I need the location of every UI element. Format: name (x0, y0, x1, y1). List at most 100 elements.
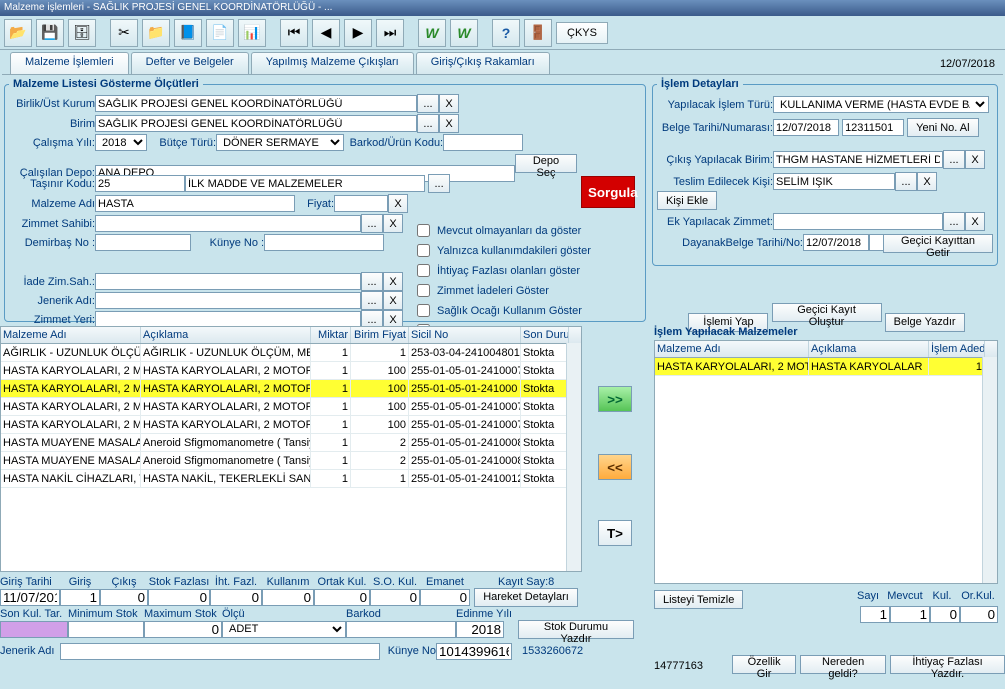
transfer-add-button[interactable]: >> (598, 386, 632, 412)
birim-lookup-button[interactable]: ... (417, 114, 439, 133)
table-row[interactable]: HASTA KARYOLALARI, 2 MOHASTA KARYOLALARI… (1, 362, 581, 380)
tool-save-icon[interactable]: 💾 (36, 19, 64, 47)
barkod-input[interactable] (443, 134, 523, 151)
tool-folder-icon[interactable]: 📁 (142, 19, 170, 47)
ek-zimmet-lookup-button[interactable]: ... (943, 212, 965, 231)
table-row[interactable]: HASTA KARYOLALARI, 2 MOTORLUHASTA KARYOL… (655, 358, 997, 376)
olcu-select[interactable]: ADET (222, 621, 346, 638)
tool-first-icon[interactable]: ⏮ (280, 19, 308, 47)
tasinir-desc-input[interactable] (185, 175, 425, 192)
ek-zimmet-input[interactable] (773, 213, 943, 230)
teslim-kisi-clear-button[interactable]: X (917, 172, 937, 191)
yil-select[interactable]: 2018 (95, 134, 147, 151)
table-row[interactable]: HASTA KARYOLALARI, 2 MOHASTA KARYOLALARI… (1, 398, 581, 416)
stok-durumu-yazdir-button[interactable]: Stok Durumu Yazdır (518, 620, 634, 639)
chk-kullanimdaki[interactable] (417, 244, 430, 257)
tool-prev-icon[interactable]: ◀ (312, 19, 340, 47)
tab-giris-cikis-rakamlari[interactable]: Giriş/Çıkış Rakamları (416, 52, 550, 74)
tool-cut-icon[interactable]: ✂ (110, 19, 138, 47)
tool-last-icon[interactable]: ⏭ (376, 19, 404, 47)
hareket-detaylari-button[interactable]: Hareket Detayları (474, 588, 578, 607)
islem-turu-select[interactable]: KULLANIMA VERME (HASTA EVDE BAKIM) (773, 96, 989, 113)
zimmet-sahibi-input[interactable] (95, 215, 361, 232)
belge-no-input[interactable] (842, 119, 904, 136)
gridR-col-aciklama[interactable]: Açıklama (809, 341, 929, 357)
gridL-col-miktar[interactable]: Miktar (311, 327, 351, 343)
dayanak-tarih-input[interactable] (803, 234, 869, 251)
tab-defter-belgeler[interactable]: Defter ve Belgeler (131, 52, 249, 74)
tool-exit-icon[interactable]: 🚪 (524, 19, 552, 47)
sorgula-button[interactable]: Sorgula (581, 176, 635, 208)
cikis-birim-clear-button[interactable]: X (965, 150, 985, 169)
gridL-col-aciklama[interactable]: Açıklama (141, 327, 311, 343)
chk-ihtiyac-fazlasi[interactable] (417, 264, 430, 277)
gecici-kayittan-getir-button[interactable]: Geçici Kayıttan Getir (883, 234, 993, 253)
ozellik-gir-button[interactable]: Özellik Gir (732, 655, 796, 674)
belge-yazdir-button[interactable]: Belge Yazdır (885, 313, 965, 332)
kunye-no-input[interactable] (264, 234, 384, 251)
teslim-kisi-lookup-button[interactable]: ... (895, 172, 917, 191)
transfer-remove-button[interactable]: << (598, 454, 632, 480)
birlik-lookup-button[interactable]: ... (417, 94, 439, 113)
table-row[interactable]: HASTA KARYOLALARI, 2 MOHASTA KARYOLALARI… (1, 380, 581, 398)
table-row[interactable]: HASTA KARYOLALARI, 2 MOHASTA KARYOLALARI… (1, 416, 581, 434)
ckys-button[interactable]: ÇKYS (556, 22, 608, 44)
tool-help-icon[interactable]: ? (492, 19, 520, 47)
tool-disk-group-icon[interactable]: 🗄 (68, 19, 96, 47)
tool-open-icon[interactable]: 📂 (4, 19, 32, 47)
table-row[interactable]: HASTA MUAYENE MASALARAneroid Sfigmomanom… (1, 452, 581, 470)
gridR-col-malzeme-adi[interactable]: Malzeme Adı (655, 341, 809, 357)
demirbas-no-input[interactable] (95, 234, 191, 251)
birlik-input[interactable] (95, 95, 417, 112)
zimmet-sahibi-lookup-button[interactable]: ... (361, 214, 383, 233)
cikis-birim-input[interactable] (773, 151, 943, 168)
tool-form-icon[interactable]: 📄 (206, 19, 234, 47)
ek-zimmet-clear-button[interactable]: X (965, 212, 985, 231)
birim-clear-button[interactable]: X (439, 114, 459, 133)
listeyi-temizle-button[interactable]: Listeyi Temizle (654, 590, 743, 609)
teslim-kisi-input[interactable] (773, 173, 895, 190)
birlik-clear-button[interactable]: X (439, 94, 459, 113)
tab-yapilmis-cikislar[interactable]: Yapılmış Malzeme Çıkışları (251, 52, 414, 74)
belge-tarihi-input[interactable] (773, 119, 839, 136)
tool-chart-icon[interactable]: 📊 (238, 19, 266, 47)
cikis-birim-lookup-button[interactable]: ... (943, 150, 965, 169)
gridL-col-son-durum[interactable]: Son Durum (521, 327, 569, 343)
malzeme-adi-input[interactable] (95, 195, 295, 212)
zimmet-sahibi-clear-button[interactable]: X (383, 214, 403, 233)
tasinir-kodu-input[interactable] (95, 175, 185, 192)
tool-book-icon[interactable]: 📘 (174, 19, 202, 47)
chk-zimmet-iadeleri[interactable] (417, 284, 430, 297)
transfer-all-button[interactable]: T> (598, 520, 632, 546)
gridL-col-birim-fiyat[interactable]: Birim Fiyat (351, 327, 409, 343)
gridL-col-malzeme-adi[interactable]: Malzeme Adı (1, 327, 141, 343)
table-row[interactable]: HASTA MUAYENE MASALARAneroid Sfigmomanom… (1, 434, 581, 452)
fiyat-input[interactable] (334, 195, 388, 212)
fiyat-clear-button[interactable]: X (388, 194, 408, 213)
chk-mevcut-olmayan[interactable] (417, 224, 430, 237)
yeni-no-al-button[interactable]: Yeni No. Al (907, 118, 978, 137)
giris-value (60, 589, 100, 606)
gridR-col-islem-adedi[interactable]: İşlem Adedi (929, 341, 985, 357)
tool-w2-icon[interactable]: W (450, 19, 478, 47)
iade-zim-lookup-button[interactable]: ... (361, 272, 383, 291)
nereden-geldi-button[interactable]: Nereden geldi? (800, 655, 886, 674)
tasinir-lookup-button[interactable]: ... (428, 174, 450, 193)
tool-w1-icon[interactable]: W (418, 19, 446, 47)
gecici-kayit-olustur-button[interactable]: Geçici Kayıt Oluştur (772, 303, 882, 322)
sayi-value (860, 606, 890, 623)
iade-zim-input[interactable] (95, 273, 361, 290)
birim-input[interactable] (95, 115, 417, 132)
gridL-scrollbar[interactable] (566, 343, 581, 571)
table-row[interactable]: AĞIRLIK - UZUNLUK ÖLÇÜM CAĞIRLIK - UZUNL… (1, 344, 581, 362)
ihtiyac-fazlasi-yazdir-button[interactable]: İhtiyaç Fazlası Yazdır. (890, 655, 1005, 674)
kisi-ekle-button[interactable]: Kişi Ekle (657, 191, 717, 210)
gridL-col-sicil-no[interactable]: Sicil No (409, 327, 521, 343)
tool-next-icon[interactable]: ▶ (344, 19, 372, 47)
iade-zim-clear-button[interactable]: X (383, 272, 403, 291)
butce-select[interactable]: DÖNER SERMAYE (216, 134, 344, 151)
depo-sec-button[interactable]: Depo Seç (515, 154, 577, 173)
table-row[interactable]: HASTA NAKİL CİHAZLARI, TEHASTA NAKİL, TE… (1, 470, 581, 488)
gridR-scrollbar[interactable] (982, 357, 997, 583)
tab-malzeme-islemleri[interactable]: Malzeme İşlemleri (10, 52, 129, 74)
